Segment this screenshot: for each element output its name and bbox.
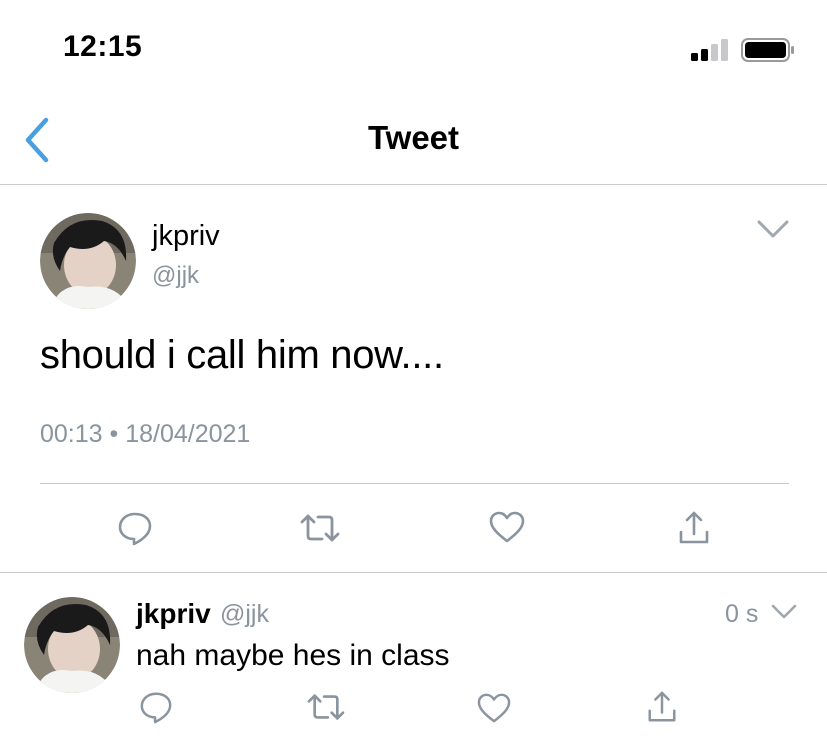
tweet-author-name[interactable]: jkpriv: [152, 220, 220, 253]
chevron-down-icon[interactable]: [756, 218, 790, 240]
reply-retweet-icon[interactable]: [306, 690, 346, 724]
share-icon[interactable]: [678, 510, 710, 546]
retweet-icon[interactable]: [300, 510, 340, 546]
reply-avatar[interactable]: [24, 597, 120, 693]
status-time: 12:15: [63, 30, 143, 63]
avatar[interactable]: [40, 213, 136, 309]
tweet-text: should i call him now....: [40, 333, 444, 377]
reply-author-handle[interactable]: @jjk: [220, 600, 269, 629]
nav-divider: [0, 184, 827, 185]
reply-author-name[interactable]: jkpriv: [136, 598, 211, 630]
reply-icon[interactable]: [117, 510, 153, 546]
reply-like-icon[interactable]: [475, 692, 513, 724]
battery-icon: [741, 38, 794, 62]
reply-reply-icon[interactable]: [138, 690, 174, 724]
like-icon[interactable]: [488, 510, 526, 544]
thread-divider: [0, 572, 827, 573]
tweet-author-handle[interactable]: @jjk: [152, 262, 199, 290]
page-title: Tweet: [367, 119, 460, 156]
reply-chevron-down-icon[interactable]: [771, 603, 797, 621]
tweet-timestamp: 00:13 • 18/04/2021: [40, 420, 251, 448]
reply-text: nah maybe hes in class: [136, 639, 450, 672]
reply-age: 0 s: [725, 600, 759, 628]
reply-share-icon[interactable]: [646, 690, 678, 724]
tweet-divider: [40, 483, 789, 484]
signal-icon: [691, 39, 728, 61]
